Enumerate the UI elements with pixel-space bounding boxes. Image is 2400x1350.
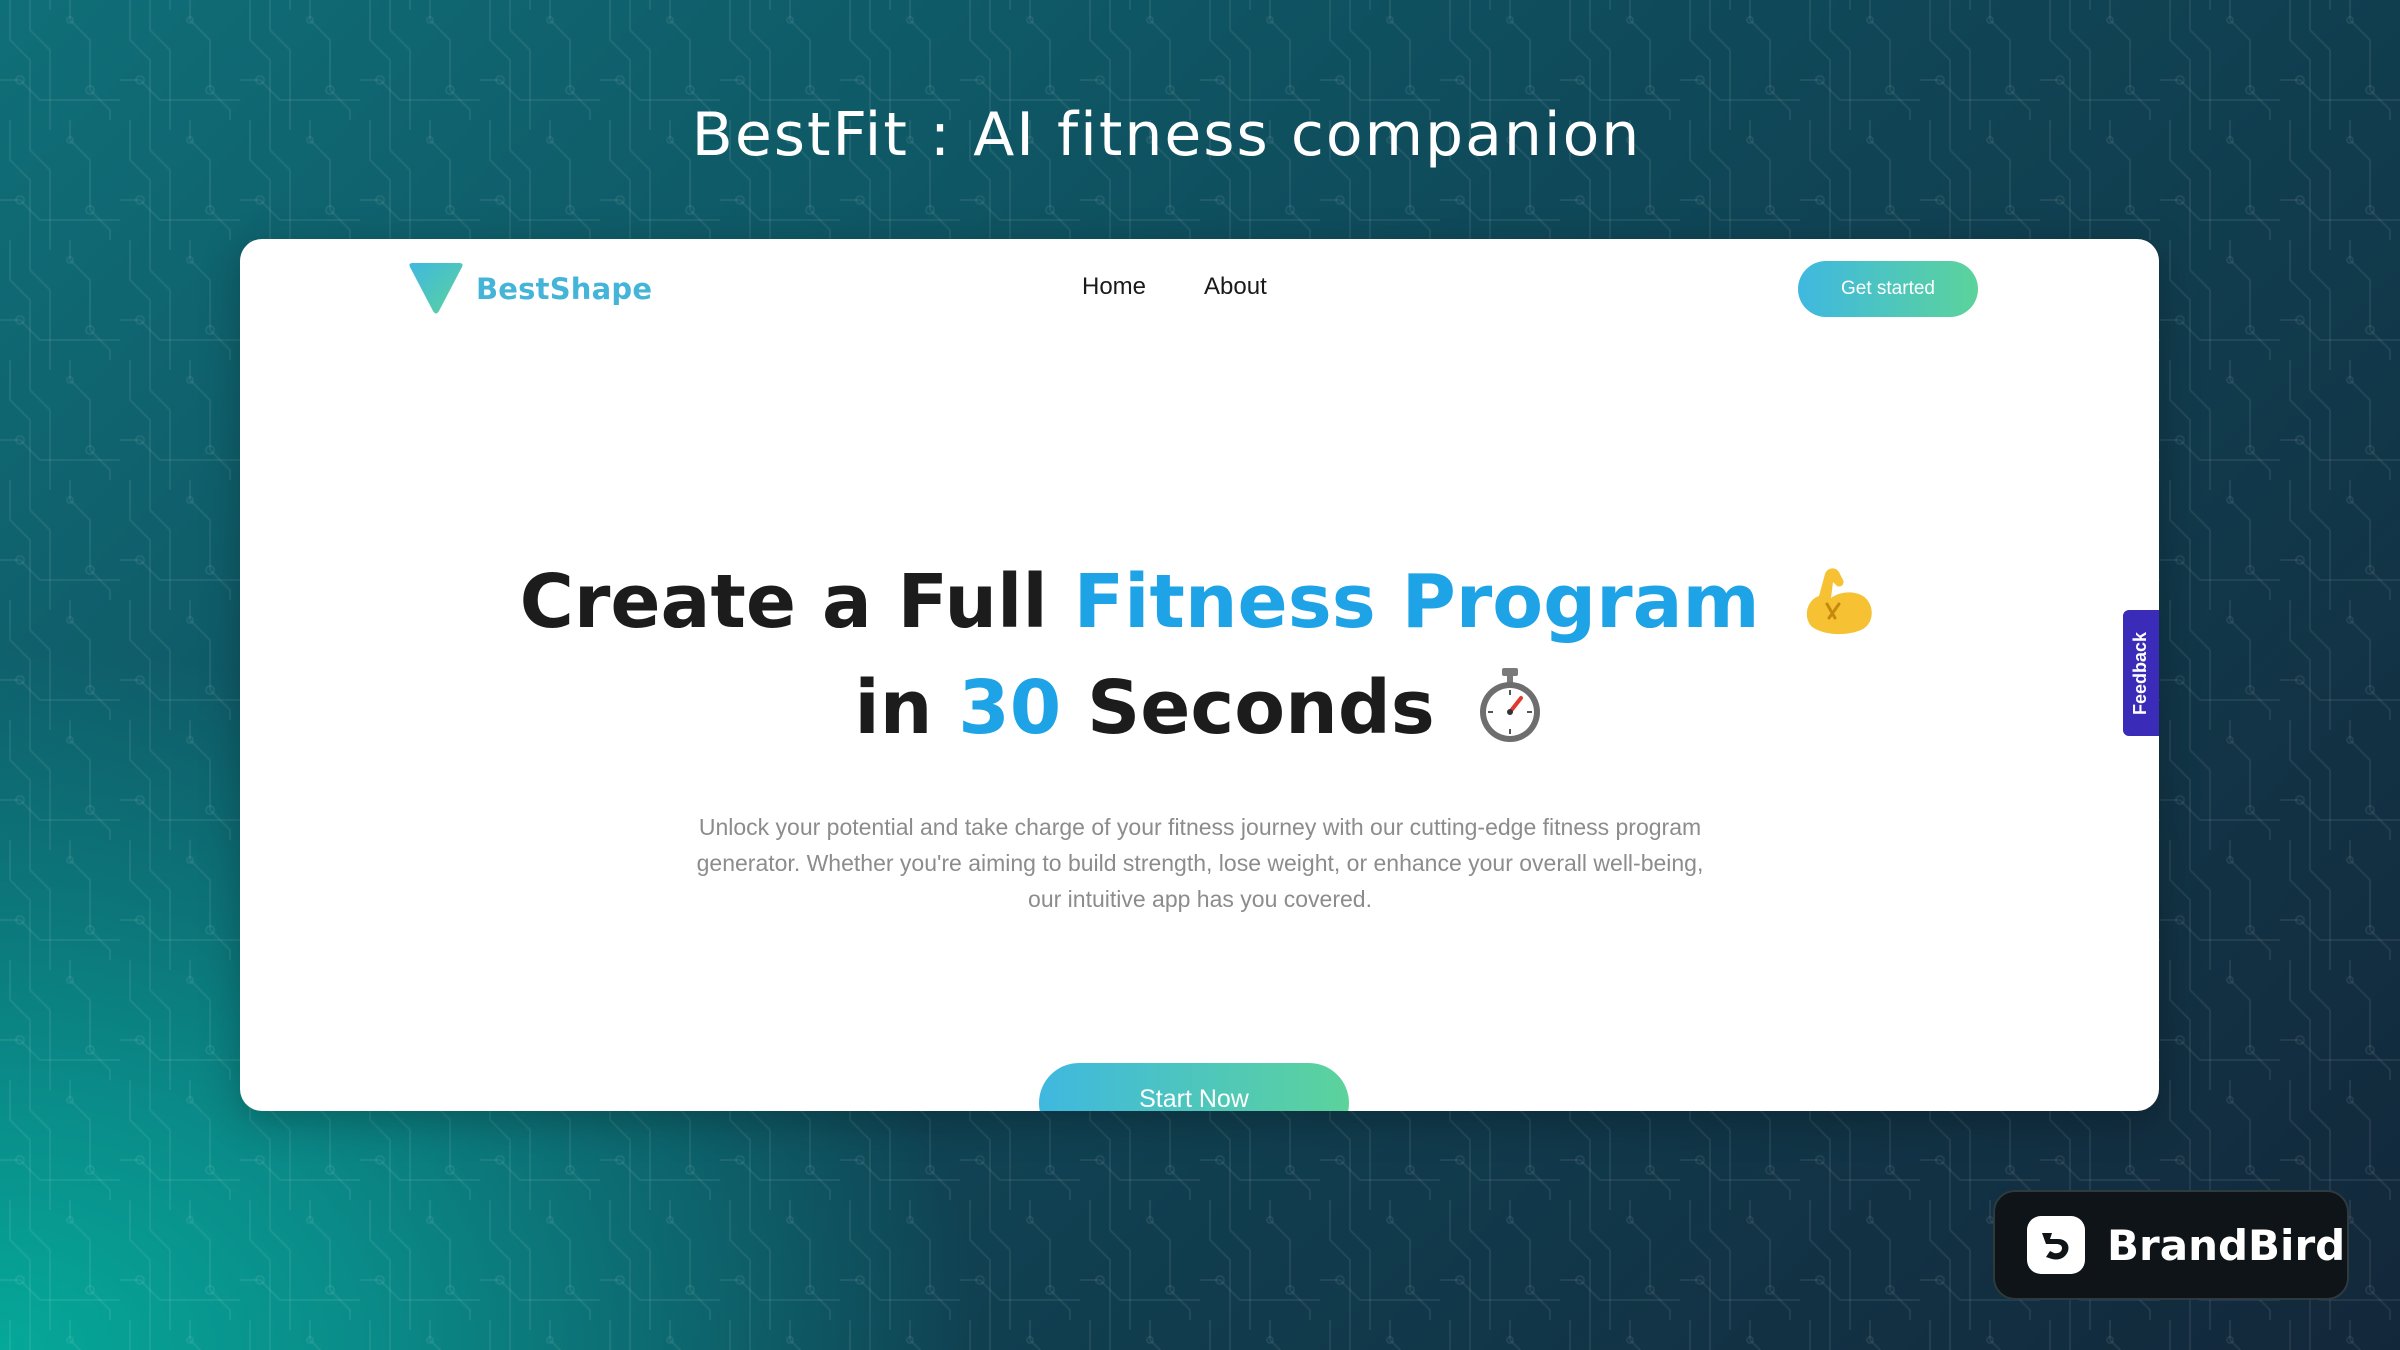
brandbird-text: BrandBird xyxy=(2107,1220,2346,1270)
brandbird-watermark: BrandBird xyxy=(1993,1190,2349,1300)
start-now-button[interactable]: Start Now xyxy=(1039,1063,1349,1111)
hero-line2-prefix: in xyxy=(854,665,959,751)
feedback-tab-label: Feedback xyxy=(2130,631,2151,715)
hero-line1-prefix: Create a Full xyxy=(519,559,1074,645)
hero-line2-accent: 30 xyxy=(958,665,1062,751)
flexed-biceps-icon xyxy=(1807,568,1873,635)
bird-icon xyxy=(2042,1233,2069,1260)
website-screenshot-frame: BestShape Home About Get started Create … xyxy=(240,239,2159,1111)
nav-home[interactable]: Home xyxy=(1082,273,1146,301)
hero-line2-suffix: Seconds xyxy=(1061,665,1435,751)
banner-title: BestFit : AI fitness companion xyxy=(691,100,1642,170)
hero-line1-accent: Fitness Program xyxy=(1073,559,1760,645)
nav-about[interactable]: About xyxy=(1204,273,1267,301)
hero-heading: Create a Full Fitness Program in 30 Seco… xyxy=(240,549,2159,761)
feedback-tab[interactable]: Feedback xyxy=(2123,610,2159,736)
stopwatch-icon xyxy=(1479,668,1540,743)
brandbird-logo-icon xyxy=(2027,1216,2085,1274)
site-logo[interactable]: BestShape xyxy=(408,263,652,315)
hero-line-2: in 30 Seconds xyxy=(240,655,2159,761)
nav-links: Home About xyxy=(1082,273,1267,301)
site-navbar: BestShape Home About Get started xyxy=(240,239,2159,339)
triangle-logo-icon xyxy=(409,263,463,314)
hero-line-1: Create a Full Fitness Program xyxy=(240,549,2159,655)
logo-text: BestShape xyxy=(476,272,653,306)
get-started-button[interactable]: Get started xyxy=(1798,261,1978,317)
hero-description: Unlock your potential and take charge of… xyxy=(696,814,1704,912)
